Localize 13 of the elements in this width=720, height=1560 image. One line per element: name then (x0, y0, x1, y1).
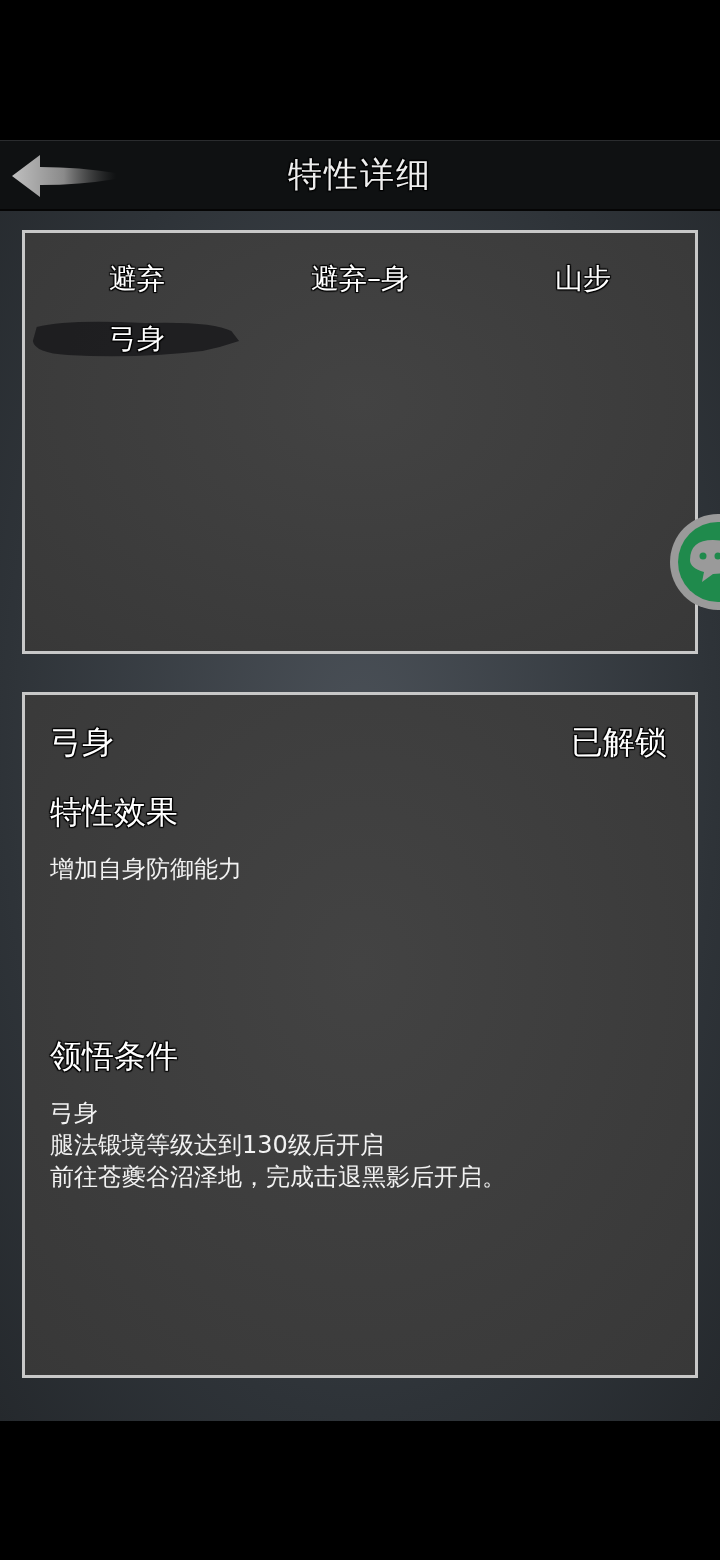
trait-item[interactable]: 避弃–身 (248, 249, 472, 309)
unlock-status: 已解锁 (571, 722, 667, 763)
section-title: 领悟条件 (50, 1036, 179, 1077)
page-title: 特性详细 (288, 153, 432, 196)
condition-text: 前往苍夔谷沼泽地，完成击退黑影后开启。 (50, 1162, 507, 1193)
effect-text: 增加自身防御能力 (50, 854, 243, 885)
section-title: 特性效果 (50, 792, 179, 833)
condition-text: 腿法锻境等级达到130级后开启 (50, 1130, 385, 1161)
condition-text: 弓身 (50, 1098, 99, 1129)
chat-button[interactable] (668, 512, 720, 612)
trait-name: 弓身 (50, 722, 114, 763)
trait-item[interactable]: 山步 (471, 249, 695, 309)
trait-item[interactable]: 避弃 (25, 249, 249, 309)
